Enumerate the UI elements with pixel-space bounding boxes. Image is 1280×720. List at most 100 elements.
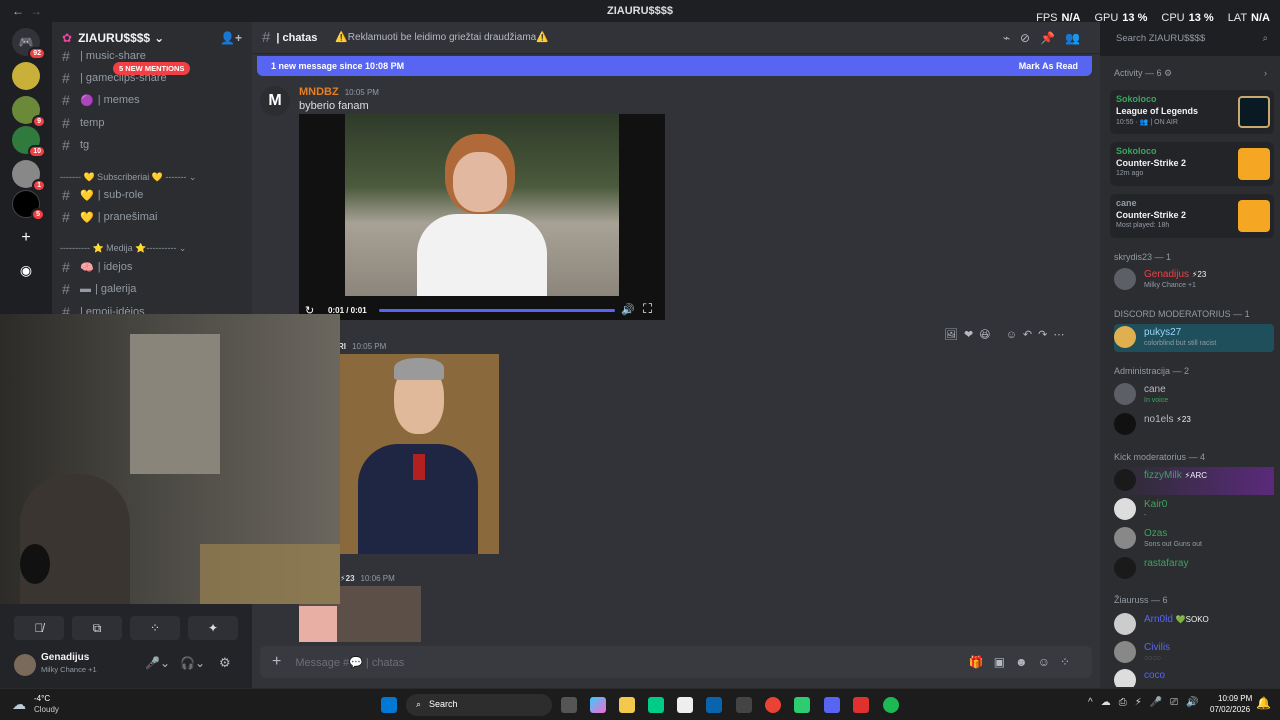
clock-time: 10:09 PM — [1218, 694, 1253, 703]
video-progress[interactable] — [379, 309, 615, 312]
message-header: RI 10:05 PM — [338, 342, 387, 351]
screen-share-icon[interactable]: ⧉ — [72, 616, 122, 640]
hash-icon: # — [262, 29, 271, 46]
member-item[interactable]: Civilis ◌◌◌◌ — [1114, 639, 1274, 667]
server-icon[interactable]: 5 — [12, 190, 45, 221]
activity-header[interactable]: Activity — 6 ⚙ › — [1114, 68, 1267, 79]
channel-topic: ⚠️Reklamuoti be leidimo griežtai draudži… — [335, 32, 549, 43]
windows-taskbar: ☁ -4°C Cloudy ⌕ Search ^☁⎙⚡🎤⎚🔊 10:09 PM 0… — [0, 688, 1280, 720]
search-input[interactable]: Search ZIAURU$$$$ ⌕ — [1110, 29, 1274, 48]
image-attachment[interactable] — [338, 354, 499, 554]
message-composer[interactable]: + Message #💬 | chatas 🎁▣☻☺⁘ — [260, 646, 1092, 678]
toolbar-icons[interactable]: ⌁⊘📌👥 — [1003, 31, 1090, 45]
chat-topbar: # | chatas ⚠️Reklamuoti be leidimo griež… — [252, 22, 1100, 54]
member-item[interactable]: Genadijus ⚡23 Milky Chance +1 — [1114, 266, 1274, 294]
league-of-legends-icon — [1238, 96, 1270, 128]
new-mentions-badge[interactable]: 5 NEW MENTIONS — [113, 62, 191, 75]
role-header: Kick moderatorius — 4 — [1114, 452, 1206, 462]
volume-icon[interactable]: 🔊 — [621, 303, 635, 316]
message-text: byberio fanam — [299, 100, 369, 112]
video-frame — [345, 114, 619, 296]
file-explorer-icon[interactable] — [619, 697, 635, 713]
chrome-icon[interactable] — [765, 697, 781, 713]
member-list: Activity — 6 ⚙ › Sokoloco League of Legend… — [1100, 56, 1280, 688]
channel-title: | chatas — [276, 31, 318, 44]
steam-icon[interactable] — [736, 697, 752, 713]
server-icon[interactable]: 1 — [12, 160, 46, 192]
member-item[interactable]: Arn0ld 💚SOKO — [1114, 611, 1274, 639]
server-icon[interactable] — [12, 62, 40, 90]
app-icon[interactable] — [853, 697, 869, 713]
member-item[interactable]: cane In voice — [1114, 381, 1274, 409]
chat-area: # | chatas ⚠️Reklamuoti be leidimo griež… — [252, 22, 1100, 688]
channel-memes[interactable]: # 🟣 | memes — [62, 90, 140, 110]
channel-pranesimai[interactable]: # 💛 | pranešimai — [62, 207, 157, 227]
attach-plus-icon[interactable]: + — [272, 653, 281, 671]
role-header: Žiauruss — 6 — [1114, 595, 1168, 605]
system-tray-icons[interactable]: ^☁⎙⚡🎤⎚🔊 — [1088, 697, 1207, 708]
taskbar-search[interactable]: ⌕ Search — [406, 694, 552, 716]
category-medija[interactable]: ---------- ⭐ Medija ⭐---------- ⌄ — [60, 243, 186, 254]
windows-start-icon[interactable] — [381, 697, 397, 713]
discord-icon[interactable]: 🎮 92 — [12, 28, 46, 60]
message-input[interactable]: Message #💬 | chatas — [295, 656, 404, 669]
member-item[interactable]: pukys27 colorblind but still racist — [1114, 324, 1274, 352]
counter-strike-icon — [1238, 200, 1270, 232]
username: Genadijus — [41, 652, 90, 663]
avatar[interactable] — [14, 654, 36, 676]
add-member-icon[interactable]: 👤+ — [220, 31, 242, 45]
member-item[interactable]: Ozas Sons out Guns out — [1114, 525, 1274, 553]
channel-sub-role[interactable]: # 💛 | sub-role — [62, 185, 143, 205]
task-view-icon[interactable] — [561, 697, 577, 713]
avatar[interactable]: M — [260, 86, 290, 116]
channel-galerija[interactable]: # ▬ | galerija — [62, 279, 136, 299]
server-icon[interactable]: 10 — [12, 126, 46, 158]
counter-strike-icon — [1238, 148, 1270, 180]
user-panel: 🎙̸ ⧉ ⁘ ✦ Genadijus Milky Chance +1 🎤⌄ 🎧⌄… — [0, 604, 252, 688]
video-player[interactable]: ↻ 0:01 / 0:01 🔊 ⛶ — [299, 114, 665, 320]
channel-tg[interactable]: # tg — [62, 135, 89, 155]
search-icon: ⌕ — [1262, 33, 1268, 44]
explore-icon[interactable]: ◉ — [12, 256, 40, 284]
copilot-icon[interactable] — [590, 697, 606, 713]
message-actions[interactable]: 🖼❤😆 ☺↶↷⋯ — [944, 328, 1084, 346]
weather-status: Cloudy — [34, 705, 59, 714]
member-item[interactable]: Kair0- — [1114, 496, 1274, 524]
discord-icon[interactable] — [824, 697, 840, 713]
channel-temp[interactable]: # temp — [62, 113, 104, 133]
activities-icon[interactable]: ⁘ — [130, 616, 180, 640]
spotify-icon[interactable] — [883, 697, 899, 713]
webcam-overlay — [0, 314, 340, 604]
member-item[interactable]: fizzyMilk ⚡ARC — [1114, 467, 1274, 495]
composer-icons[interactable]: 🎁▣☻☺⁘ — [969, 655, 1080, 669]
edge-icon[interactable] — [648, 697, 664, 713]
member-item[interactable]: rastafaray — [1114, 555, 1274, 583]
notification-icon[interactable]: 🔔 — [1256, 696, 1271, 710]
app-icon[interactable] — [794, 697, 810, 713]
role-header: DISCORD MODERATORIUS — 1 — [1114, 309, 1250, 319]
channel-idejos[interactable]: # 🧠 | idejos — [62, 257, 132, 277]
settings-gear-icon[interactable]: ⚙ — [219, 655, 231, 671]
soundboard-icon[interactable]: ✦ — [188, 616, 238, 640]
activity-card[interactable]: cane Counter-Strike 2 Most played: 18h — [1110, 194, 1274, 238]
activity-card[interactable]: Sokoloco League of Legends 10:55 · 👥 | ON … — [1110, 90, 1274, 134]
server-icon[interactable]: 9 — [12, 96, 46, 128]
headphones-icon[interactable]: 🎧⌄ — [180, 656, 205, 670]
category-subscriberiai[interactable]: ------- 💛 Subscriberiai 💛 ------- ⌄ — [60, 172, 196, 183]
activity-card[interactable]: Sokoloco Counter-Strike 2 12m ago — [1110, 142, 1274, 186]
fullscreen-icon[interactable]: ⛶ — [643, 301, 652, 317]
outlook-icon[interactable] — [706, 697, 722, 713]
cloud-icon: ☁ — [12, 696, 26, 712]
mark-as-read-button[interactable]: Mark As Read — [1019, 61, 1078, 71]
member-item[interactable]: no1els ⚡23 — [1114, 411, 1274, 439]
new-message-banner[interactable]: 1 new message since 10:08 PM Mark As Read — [257, 56, 1092, 76]
member-item[interactable]: coco — [1114, 667, 1274, 687]
role-header: Administracija — 2 — [1114, 366, 1190, 376]
message-header: MNDBZ 10:05 PM — [299, 86, 379, 98]
mic-off-icon[interactable]: 🎙̸ — [14, 616, 64, 640]
add-server-icon[interactable]: + — [12, 224, 40, 252]
weather-temp: -4°C — [34, 694, 51, 703]
microphone-icon[interactable]: 🎤⌄ — [145, 656, 170, 670]
user-status: Milky Chance +1 — [41, 665, 97, 674]
store-icon[interactable] — [677, 697, 693, 713]
